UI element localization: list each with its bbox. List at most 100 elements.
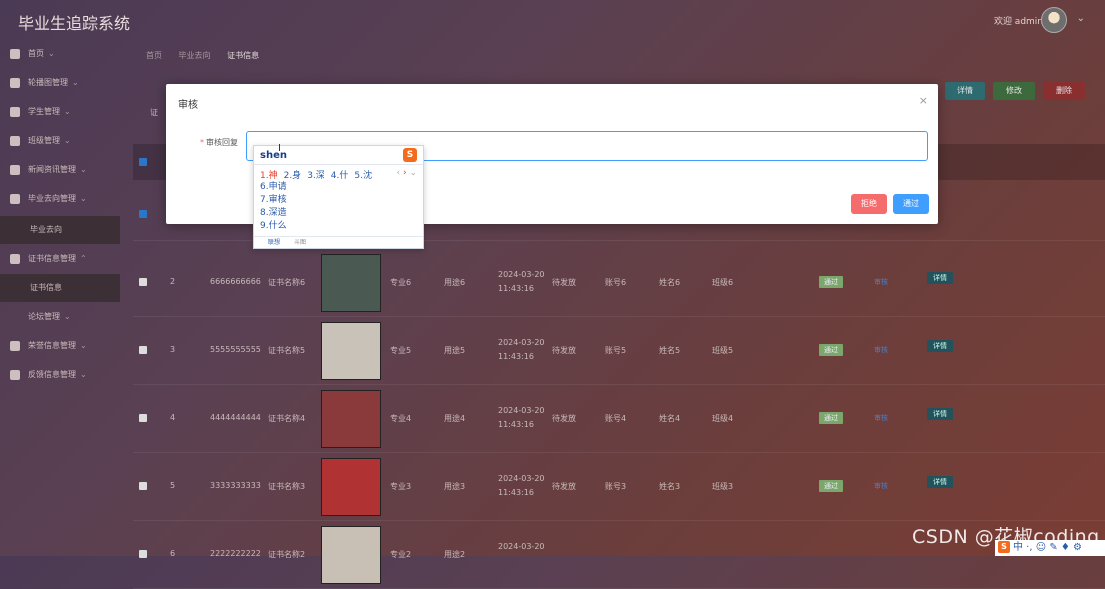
certificate-image <box>321 254 381 312</box>
certificate-name: 证书名称3 <box>268 482 306 491</box>
sidebar-subitem-destination[interactable]: 毕业去向 <box>0 216 120 244</box>
usage: 用途2 <box>444 550 466 559</box>
chevron-down-icon: ⌄ <box>64 136 71 145</box>
chevron-down-icon: ⌄ <box>72 78 79 87</box>
edit-button[interactable]: 修改 <box>993 82 1035 100</box>
review-link[interactable]: 审核 <box>874 345 888 355</box>
ime-candidate[interactable]: 4.什 <box>331 171 349 181</box>
certificate-number: 6666666666 <box>210 277 261 286</box>
sidebar-item-destination[interactable]: 毕业去向管理 ⌄ <box>0 185 120 213</box>
top-bar: 毕业生追踪系统 欢迎 admin ⌄ <box>0 0 1105 40</box>
app-title: 毕业生追踪系统 <box>18 14 131 33</box>
sidebar-item-forum[interactable]: 论坛管理 ⌄ <box>0 303 120 331</box>
certificate-image <box>321 458 381 516</box>
detail-button[interactable]: 详情 <box>945 82 985 100</box>
ime-candidate[interactable]: 7.审核 <box>260 194 287 207</box>
close-icon[interactable]: × <box>919 94 928 107</box>
breadcrumb-home[interactable]: 首页 <box>146 51 162 60</box>
sidebar-item-honor[interactable]: 荣誉信息管理 ⌄ <box>0 332 120 360</box>
ime-candidate[interactable]: 6.申请 <box>260 181 287 194</box>
ime-page-nav[interactable]: ‹ › ⌄ <box>396 168 417 178</box>
sidebar-item-home[interactable]: 首页 ⌄ <box>0 40 120 68</box>
ime-tab-associate[interactable]: 联想 <box>268 239 280 246</box>
certificate-icon <box>10 254 20 264</box>
create-time: 11:43:16 <box>498 488 534 497</box>
ime-candidate[interactable]: 9.什么 <box>260 220 287 233</box>
sidebar: 首页 ⌄ 轮播图管理 ⌄ 学生管理 ⌄ 班级管理 ⌄ 新闻资讯管理 ⌄ 毕业去向管理 ⌄ 毕… <box>0 40 120 556</box>
row-detail-button[interactable]: 详情 <box>927 476 953 488</box>
sidebar-item-carousel[interactable]: 轮播图管理 ⌄ <box>0 69 120 97</box>
class-name: 班级3 <box>712 482 734 491</box>
ime-tab-sticker[interactable]: 斗图 <box>294 239 306 246</box>
review-link[interactable]: 审核 <box>874 413 888 423</box>
chevron-down-icon: ⌄ <box>80 165 87 174</box>
class-name: 班级5 <box>712 346 734 355</box>
row-index: 6 <box>170 549 176 558</box>
chevron-down-icon: ⌄ <box>409 168 417 178</box>
approve-button[interactable]: 通过 <box>893 194 929 214</box>
sidebar-item-feedback[interactable]: 反馈信息管理 ⌄ <box>0 361 120 389</box>
row-checkbox[interactable] <box>139 482 147 490</box>
certificate-name: 证书名称5 <box>268 346 306 355</box>
chevron-down-icon: ⌄ <box>80 194 87 203</box>
sidebar-item-classes[interactable]: 班级管理 ⌄ <box>0 127 120 155</box>
class-name: 班级4 <box>712 414 734 423</box>
ime-candidate[interactable]: 5.沈 <box>354 171 372 181</box>
usage: 用途6 <box>444 278 466 287</box>
delete-button[interactable]: 删除 <box>1043 82 1085 100</box>
student-name: 姓名6 <box>659 278 681 287</box>
review-link[interactable]: 审核 <box>874 277 888 287</box>
chevron-up-icon: ⌃ <box>80 254 87 263</box>
ime-more-candidates: 6.申请 7.审核 8.深造 9.什么 <box>260 181 287 233</box>
account: 账号4 <box>605 414 627 423</box>
breadcrumb-destination[interactable]: 毕业去向 <box>179 51 211 60</box>
user-welcome[interactable]: 欢迎 admin <box>994 14 1043 27</box>
sidebar-item-students[interactable]: 学生管理 ⌄ <box>0 98 120 126</box>
table-row: 5 3333333333 证书名称3 专业3 用途3 2024-03-20 11:43:16… <box>133 452 1105 521</box>
row-checkbox[interactable] <box>139 210 147 218</box>
ime-candidate-popup: shen S 1.神 2.身 3.深 4.什 5.沈 ‹ › ⌄ 6.申请 7.审核 8… <box>253 145 424 249</box>
select-all-checkbox[interactable] <box>139 158 147 166</box>
avatar[interactable] <box>1041 7 1067 33</box>
review-status-badge: 通过 <box>819 480 843 492</box>
chevron-down-icon: ⌄ <box>80 341 87 350</box>
student-name: 姓名5 <box>659 346 681 355</box>
row-detail-button[interactable]: 详情 <box>927 272 953 284</box>
chevron-right-icon: › <box>402 168 407 178</box>
breadcrumb-certificate[interactable]: 证书信息 <box>227 51 259 60</box>
usage: 用途5 <box>444 346 466 355</box>
row-checkbox[interactable] <box>139 346 147 354</box>
account: 账号6 <box>605 278 627 287</box>
usage: 用途3 <box>444 482 466 491</box>
row-detail-button[interactable]: 详情 <box>927 340 953 352</box>
ime-footer-tabs: 联想 斗图 <box>254 236 423 249</box>
row-detail-button[interactable]: 详情 <box>927 408 953 420</box>
reject-button[interactable]: 拒绝 <box>851 194 887 214</box>
chevron-down-icon[interactable]: ⌄ <box>1077 13 1085 24</box>
sidebar-item-news[interactable]: 新闻资讯管理 ⌄ <box>0 156 120 184</box>
review-link[interactable]: 审核 <box>874 481 888 491</box>
breadcrumb: 首页 毕业去向 证书信息 <box>146 50 273 61</box>
review-status-badge: 通过 <box>819 276 843 288</box>
sidebar-item-certificate-mgmt[interactable]: 证书信息管理 ⌃ <box>0 245 120 273</box>
ime-candidate[interactable]: 8.深造 <box>260 207 287 220</box>
ime-candidate[interactable]: 1.神 <box>260 171 278 181</box>
row-checkbox[interactable] <box>139 278 147 286</box>
car-icon <box>10 194 20 204</box>
chevron-down-icon: ⌄ <box>64 107 71 116</box>
issue-status: 待发放 <box>552 278 576 287</box>
ime-status-tray[interactable]: S中 ·, ☺ ✎ ♦ ⚙ <box>995 540 1105 556</box>
row-checkbox[interactable] <box>139 414 147 422</box>
create-time: 11:43:16 <box>498 420 534 429</box>
account: 账号3 <box>605 482 627 491</box>
review-status-badge: 通过 <box>819 412 843 424</box>
sidebar-subitem-certificate[interactable]: 证书信息 <box>0 274 120 302</box>
ime-composition: shen <box>260 150 287 161</box>
ime-candidate[interactable]: 2.身 <box>284 171 302 181</box>
major: 专业4 <box>390 414 412 423</box>
certificate-name: 证书名称4 <box>268 414 306 423</box>
ime-candidate[interactable]: 3.深 <box>307 171 325 181</box>
row-checkbox[interactable] <box>139 550 147 558</box>
major: 专业5 <box>390 346 412 355</box>
document-icon <box>10 165 20 175</box>
